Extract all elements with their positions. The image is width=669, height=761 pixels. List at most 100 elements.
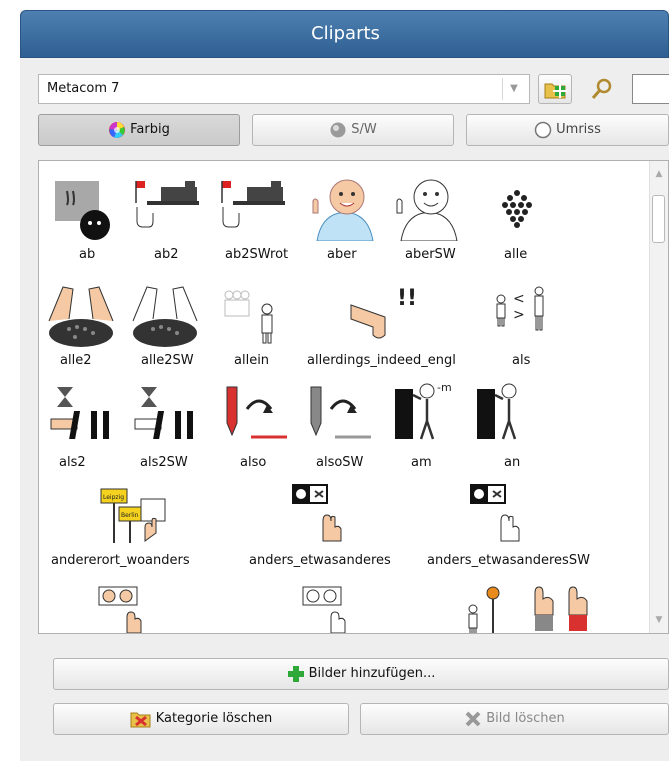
clipart-label: andererort_woanders: [51, 553, 190, 568]
clipart-partial-4[interactable]: [525, 581, 605, 633]
filter-bw-label: S/W: [351, 122, 377, 137]
clipart-allein[interactable]: [217, 287, 281, 347]
scrollbar-thumb[interactable]: [652, 195, 665, 243]
scroll-up-icon[interactable]: ▲: [650, 165, 668, 183]
clipart-ab2SWrot[interactable]: [219, 177, 291, 241]
am-suffix: -m: [437, 381, 452, 394]
clipart-grid[interactable]: ab ab2 ab2SWrot aber aberSW alle alle2 a…: [38, 160, 669, 634]
an-icon: [477, 383, 517, 440]
category-select[interactable]: Metacom 7 ▼: [38, 74, 530, 104]
clipart-label: am: [411, 455, 432, 470]
clipart-label: also: [240, 455, 267, 470]
ab-icon: [55, 181, 110, 240]
hands-wristband-icon: [534, 586, 588, 631]
clipart-partial-3[interactable]: [459, 585, 513, 633]
clipart-label: ab2: [154, 247, 179, 262]
add-images-button[interactable]: Bilder hinzufügen...: [53, 658, 669, 690]
delete-x-icon: [465, 711, 481, 726]
clipart-label: als: [512, 353, 531, 368]
filter-color-button[interactable]: Farbig: [38, 114, 240, 146]
clipart-allerdings[interactable]: !!: [345, 281, 431, 349]
filter-outline-button[interactable]: Umriss: [466, 114, 669, 146]
aber-icon: [312, 179, 374, 241]
clipart-als[interactable]: < >: [489, 281, 553, 345]
folder-add-icon: [544, 83, 567, 99]
clipart-alsoSW[interactable]: [305, 383, 375, 443]
clipart-als2[interactable]: [49, 383, 115, 443]
ab2swrot-icon: [221, 181, 285, 228]
clipart-anders[interactable]: [289, 481, 359, 545]
clipart-label: alle: [504, 247, 528, 262]
svg-text:<: <: [513, 291, 525, 307]
clipart-andersSW[interactable]: [467, 481, 537, 545]
clipart-label: anders_etwasanderesSW: [427, 553, 590, 568]
ab2-icon: [135, 181, 199, 228]
filter-outline-label: Umriss: [556, 122, 601, 137]
person-sign-icon: [468, 586, 500, 633]
clipart-label: ab: [79, 247, 96, 262]
alle2sw-icon: [132, 286, 198, 347]
filter-color-label: Farbig: [130, 122, 170, 137]
add-category-button[interactable]: [538, 74, 572, 104]
als2-icon: [50, 387, 109, 439]
clipart-label: alle2: [60, 353, 92, 368]
clipart-label: als2: [59, 455, 86, 470]
clipart-ab[interactable]: [51, 177, 111, 241]
faces-pointing-icon: [98, 586, 142, 633]
color-wheel-icon: [109, 121, 126, 138]
search-icon[interactable]: [588, 76, 616, 104]
clipart-label: alle2SW: [141, 353, 194, 368]
am-icon: -m: [395, 381, 452, 440]
scroll-down-icon[interactable]: ▼: [650, 611, 668, 629]
clipart-an[interactable]: [473, 379, 543, 443]
clipart-aber[interactable]: [309, 173, 377, 241]
abersw-icon: [396, 179, 458, 241]
faces-pointing-sw-icon: [302, 586, 346, 633]
allerdings-icon: !!: [350, 286, 417, 339]
delete-image-button[interactable]: Bild löschen: [360, 703, 669, 735]
anders-icon: [292, 484, 342, 542]
clipart-label: allerdings_indeed_engl: [307, 353, 456, 368]
svg-text:>: >: [513, 307, 525, 323]
filter-bw-button[interactable]: S/W: [252, 114, 454, 146]
clipart-label: aber: [327, 247, 357, 262]
allein-icon: [224, 290, 273, 344]
chevron-down-icon[interactable]: ▼: [502, 78, 525, 100]
clipart-alle2SW[interactable]: [129, 281, 201, 349]
delete-category-button[interactable]: Kategorie löschen: [53, 703, 349, 735]
anderssw-icon: [470, 484, 520, 542]
clipart-andererort[interactable]: Leipzig Berlin: [95, 481, 171, 545]
title-bar: Cliparts: [20, 10, 669, 58]
clipart-label: allein: [234, 353, 270, 368]
als2sw-icon: [134, 387, 193, 439]
alsosw-icon: [310, 386, 371, 439]
window-title: Cliparts: [311, 23, 380, 44]
clipart-label: anders_etwasanderes: [249, 553, 391, 568]
add-images-label: Bilder hinzufügen...: [308, 666, 436, 681]
clipart-label: an: [504, 455, 521, 470]
vertical-scrollbar[interactable]: ▲ ▼: [649, 161, 668, 633]
clipart-alle[interactable]: [491, 183, 543, 235]
clipart-aberSW[interactable]: [393, 173, 461, 241]
alle2-icon: [48, 286, 114, 347]
als-icon: < >: [496, 286, 544, 331]
alle-icon: [502, 190, 532, 228]
folder-delete-icon: [130, 712, 151, 727]
svg-text:!!: !!: [397, 286, 417, 311]
clipart-also[interactable]: [221, 383, 291, 443]
clipart-ab2[interactable]: [133, 177, 205, 241]
delete-category-label: Kategorie löschen: [155, 711, 273, 726]
category-value: Metacom 7: [47, 81, 120, 96]
cliparts-window: Cliparts Metacom 7 ▼ Farbig S/W Umriss a…: [20, 10, 669, 761]
clipart-als2SW[interactable]: [133, 383, 199, 443]
clipart-partial-2[interactable]: [301, 585, 361, 633]
clipart-label: ab2SWrot: [225, 247, 289, 262]
search-input[interactable]: [632, 74, 669, 104]
sign-text-2: Berlin: [121, 512, 139, 519]
clipart-alle2[interactable]: [45, 281, 117, 349]
sign-text-1: Leipzig: [103, 494, 124, 501]
clipart-am[interactable]: -m: [391, 379, 461, 443]
also-icon: [226, 386, 287, 439]
clipart-label: aberSW: [405, 247, 456, 262]
clipart-partial-1[interactable]: [97, 585, 157, 633]
